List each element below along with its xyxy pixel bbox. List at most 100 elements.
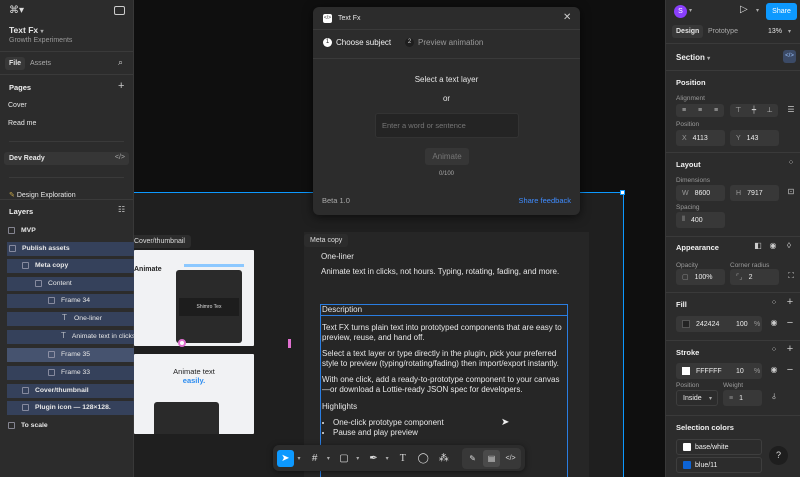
selection-color-item[interactable]: base/white	[676, 439, 762, 455]
dev-code-icon[interactable]: </>	[783, 50, 796, 63]
search-icon[interactable]: ⌕	[118, 57, 123, 68]
fill-color-input[interactable]: 242424 100%	[676, 316, 762, 332]
layer-item[interactable]: Publish assets	[7, 242, 134, 256]
present-icon[interactable]: ▷	[740, 4, 748, 15]
page-item-dev-ready[interactable]: Dev Ready </>	[4, 152, 129, 165]
selection-colors-heading: Selection colors	[676, 423, 734, 432]
layer-item[interactable]: Cover/thumbnail	[7, 384, 134, 398]
zoom-dropdown[interactable]: 13% ▾	[768, 28, 791, 35]
opacity-input[interactable]: ▢ 100%	[676, 269, 725, 285]
tab-design[interactable]: Design	[672, 25, 704, 38]
animate-button[interactable]: Animate	[425, 148, 469, 165]
chevron-down-icon[interactable]: ▾	[689, 7, 692, 14]
step-choose-subject[interactable]: 1 Choose subject	[323, 38, 391, 47]
page-item-cover[interactable]: Cover	[8, 97, 133, 114]
frame-icon	[8, 227, 15, 235]
y-input[interactable]: Y 143	[730, 130, 779, 146]
spacing-input[interactable]: ⫴ 400	[676, 212, 725, 228]
selection-color-item[interactable]: blue/11	[676, 457, 762, 473]
text-input[interactable]	[375, 113, 519, 138]
layer-item[interactable]: T One-liner	[7, 312, 134, 326]
fill-visibility-icon[interactable]: ◉	[768, 318, 780, 327]
move-tool-icon[interactable]: ➤	[277, 449, 294, 467]
layer-item[interactable]: Content	[7, 277, 134, 291]
stroke-swatch[interactable]	[682, 367, 690, 375]
page-item-design-exploration[interactable]: ✎ Design Exploration	[9, 191, 76, 199]
layers-view-icon[interactable]: ☷	[118, 205, 125, 214]
layout-heading: Layout	[676, 160, 701, 169]
corner-radius-input[interactable]: ⌜⌟ 2	[730, 269, 779, 285]
frame-tool-icon[interactable]: #	[306, 450, 323, 467]
file-name[interactable]: Text Fx ▾	[9, 25, 44, 35]
one-liner-heading[interactable]: One-liner	[321, 252, 354, 262]
layer-item[interactable]: Frame 34	[7, 294, 134, 308]
prompt-text: Select a text layer	[414, 75, 479, 84]
page-item-read-me[interactable]: Read me	[8, 115, 133, 132]
layer-item[interactable]: Meta copy	[7, 259, 134, 273]
resize-handle[interactable]	[620, 190, 625, 195]
stroke-weight-label: Weight	[723, 382, 744, 389]
design-mode-icon[interactable]: ▤	[483, 449, 501, 467]
share-button[interactable]: Share	[766, 3, 797, 20]
cover-thumbnail-2[interactable]: Animate text easily.	[134, 354, 254, 434]
draw-mode-icon[interactable]: ✎	[464, 450, 481, 467]
auto-layout-icon[interactable]: ⁘	[785, 158, 797, 167]
independent-corners-icon[interactable]: ⛶	[785, 271, 797, 281]
remove-fill-icon[interactable]: −	[784, 317, 796, 329]
styles-grid-icon[interactable]: ⁘	[768, 298, 780, 307]
stroke-position-select[interactable]: Inside ▾	[676, 390, 718, 406]
stroke-visibility-icon[interactable]: ◉	[768, 365, 780, 374]
horizontal-alignment-group[interactable]: ≡ ≡ ≡	[676, 104, 724, 117]
tagline-text[interactable]: Animate text in clicks, not hours. Typin…	[321, 267, 559, 277]
help-button[interactable]: ?	[769, 446, 788, 465]
comment-marker[interactable]	[178, 339, 186, 347]
frame-label-meta[interactable]: Meta copy	[304, 234, 349, 247]
distribute-icon[interactable]: ☰	[785, 105, 797, 114]
add-fill-icon[interactable]: +	[784, 296, 796, 308]
step-preview-animation[interactable]: 2 Preview animation	[405, 38, 483, 47]
actions-icon[interactable]: ⁂	[436, 450, 453, 467]
figma-menu-icon[interactable]: ⌘▾	[9, 5, 24, 16]
remove-stroke-icon[interactable]: −	[784, 364, 796, 376]
layer-name: Content	[48, 280, 72, 288]
layer-item[interactable]: T Animate text in clicks	[7, 330, 135, 344]
frame-label-cover[interactable]: Cover/thumbnail	[134, 235, 191, 248]
chevron-down-icon[interactable]: ▾	[756, 7, 759, 14]
selection-type-dropdown[interactable]: Section ▾	[676, 53, 710, 62]
cover-thumbnail-1[interactable]: Animate Shimro Tex	[134, 250, 254, 346]
resize-to-fit-icon[interactable]: ⊡	[785, 187, 797, 196]
layer-item[interactable]: MVP	[0, 224, 127, 238]
rectangle-tool-icon[interactable]: ▢	[336, 450, 353, 467]
stroke-settings-icon[interactable]: ⫰	[768, 392, 780, 402]
visibility-icon[interactable]: ◉	[767, 241, 779, 250]
comment-tool-icon[interactable]: ◯	[415, 450, 432, 467]
width-input[interactable]: W 8600	[676, 185, 725, 201]
add-stroke-icon[interactable]: +	[784, 343, 796, 355]
x-input[interactable]: X 4113	[676, 130, 725, 146]
user-avatar[interactable]: S	[674, 5, 687, 18]
tab-prototype[interactable]: Prototype	[708, 28, 738, 35]
add-page-icon[interactable]: +	[118, 80, 124, 92]
fill-swatch[interactable]	[682, 320, 690, 328]
stroke-color-input[interactable]: FFFFFF 10%	[676, 363, 762, 379]
blend-mode-icon[interactable]: ◊	[783, 241, 795, 250]
pen-tool-icon[interactable]: ✒	[365, 450, 382, 467]
frame-meta-copy[interactable]: Meta copy One-liner Animate text in clic…	[304, 232, 589, 477]
dev-mode-icon[interactable]: </>	[502, 450, 519, 467]
share-feedback-link[interactable]: Share feedback	[518, 196, 571, 205]
styles-grid-icon[interactable]: ⁘	[768, 345, 780, 354]
text-tool-icon[interactable]: T	[395, 450, 412, 467]
layer-item[interactable]: To scale	[0, 419, 127, 433]
vertical-alignment-group[interactable]: ⊤ ┿ ⊥	[730, 104, 778, 117]
sidebar-toggle-icon[interactable]	[114, 6, 125, 15]
layer-item[interactable]: Frame 33	[7, 366, 134, 380]
variable-mode-icon[interactable]: ◧	[752, 241, 764, 250]
tab-file[interactable]: File	[5, 57, 26, 70]
tab-assets[interactable]: Assets	[30, 60, 51, 67]
stroke-weight-input[interactable]: ≡ 1	[723, 390, 762, 406]
layer-item[interactable]: Plugin icon — 128×128.	[7, 401, 134, 415]
layer-item[interactable]: Frame 35	[7, 348, 134, 362]
height-input[interactable]: H 7917	[730, 185, 779, 201]
close-icon[interactable]: ✕	[563, 12, 571, 23]
team-name[interactable]: Growth Experiments	[9, 37, 72, 44]
